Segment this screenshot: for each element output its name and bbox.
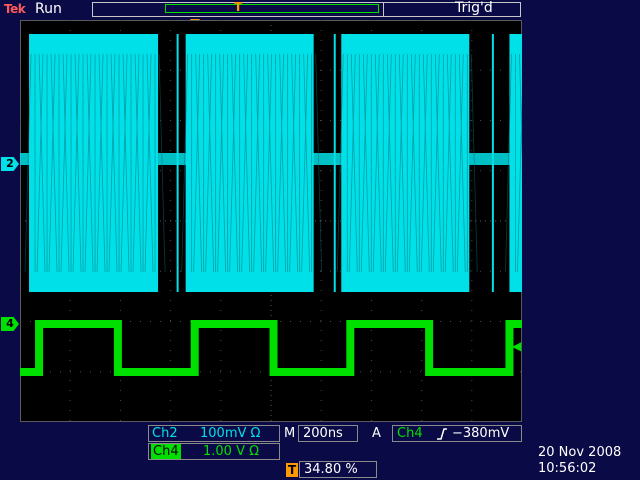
status-bar: Tek Run T Trig'd (0, 0, 640, 20)
ch4-scale: 1.00 V Ω (203, 444, 260, 459)
ch2-spike (491, 34, 494, 292)
ch2-ground-marker[interactable]: 2 (1, 157, 19, 171)
trigger-position-icon-label: T (286, 463, 299, 477)
trigger-state-box (381, 2, 521, 17)
timebase-label: M (284, 426, 296, 441)
trigger-source: Ch4 (397, 426, 423, 441)
ch4-ground-marker[interactable]: 4 (1, 317, 19, 331)
timebase-value: 200ns (303, 426, 343, 441)
date: 20 Nov 2008 (538, 445, 622, 460)
trigger-level: −380mV (452, 426, 510, 441)
ch2-spike (176, 34, 179, 292)
ch4-square-wave (20, 320, 522, 376)
ch4-label: Ch4 (151, 444, 181, 459)
ch2-spike (333, 34, 336, 292)
trigger-level-marker-icon: ◀ (512, 339, 522, 353)
waveform-display[interactable] (20, 20, 526, 422)
trigger-position-icon: T (234, 0, 243, 14)
trigger-state: Trig'd (455, 0, 493, 16)
trigger-position-value: 34.80 % (304, 462, 358, 477)
acquisition-state: Run (35, 1, 62, 17)
ch2-scale: 100mV Ω (200, 426, 261, 441)
record-view-window (165, 4, 379, 13)
time: 10:56:02 (538, 461, 597, 476)
brand-logo: Tek (4, 2, 26, 16)
trigger-mode: A (372, 426, 381, 441)
rising-edge-icon (437, 428, 447, 440)
graticule (20, 20, 526, 422)
ch2-label: Ch2 (152, 426, 178, 441)
